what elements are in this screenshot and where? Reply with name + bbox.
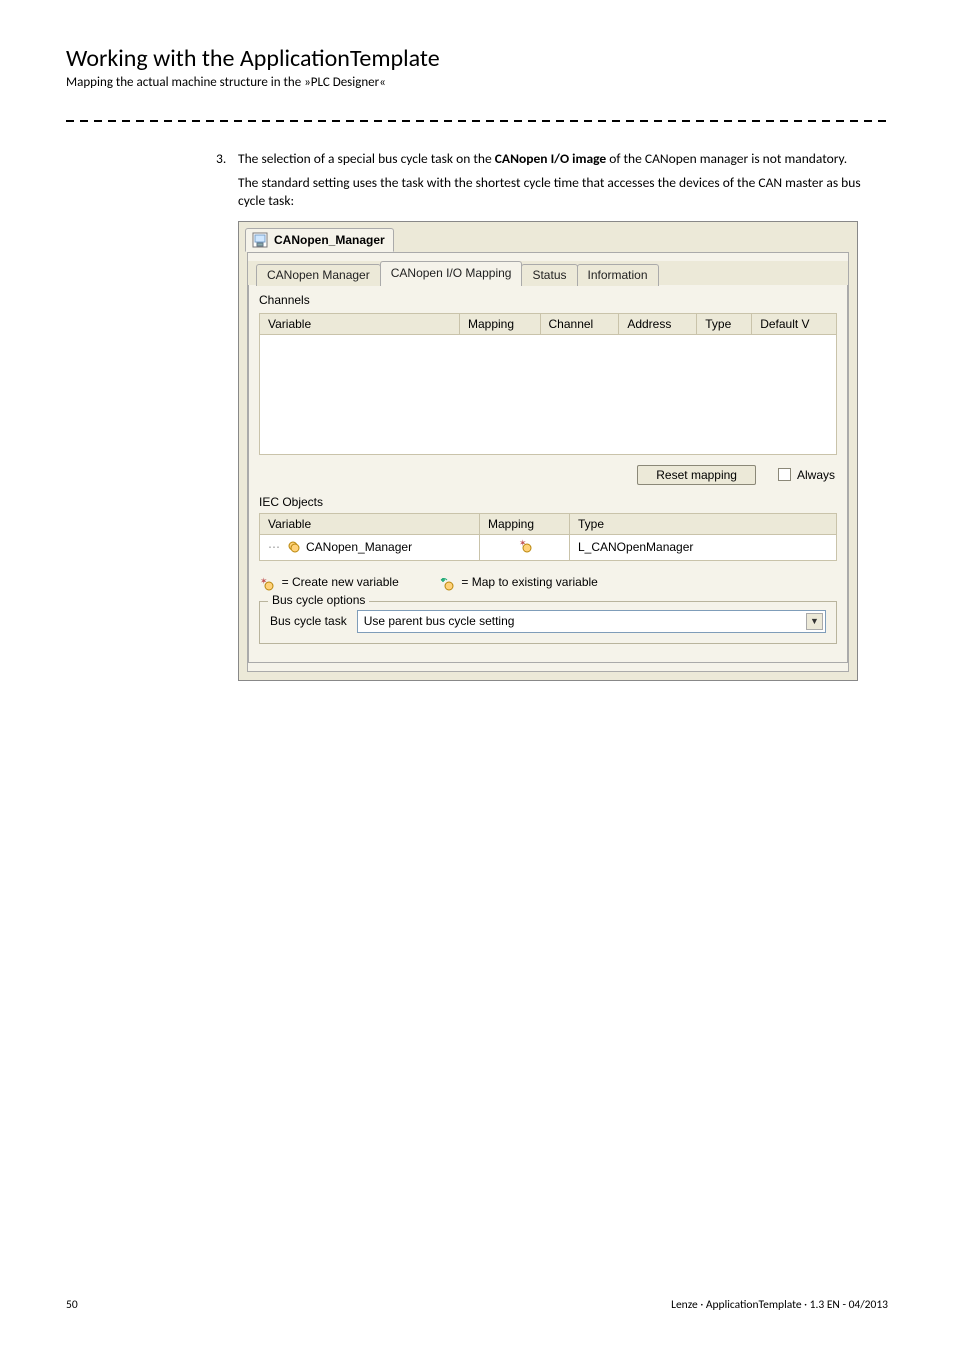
- channels-header-default[interactable]: Default V: [752, 313, 837, 334]
- bus-cycle-options-fieldset: Bus cycle options Bus cycle task Use par…: [259, 601, 837, 644]
- table-row[interactable]: ⋯ CANopen_Manager ✶: [260, 534, 837, 560]
- tree-branch-icon: ⋯: [268, 540, 280, 554]
- channels-header-channel[interactable]: Channel: [540, 313, 619, 334]
- iec-header-variable[interactable]: Variable: [260, 513, 480, 534]
- step-text: The selection of a special bus cycle tas…: [238, 150, 888, 168]
- step-text-after: of the CANopen manager is not mandatory.: [606, 150, 847, 167]
- bus-cycle-task-label: Bus cycle task: [270, 614, 347, 628]
- tab-canopen-io-mapping[interactable]: CANopen I/O Mapping: [380, 261, 523, 285]
- bus-cycle-task-combo-value: Use parent bus cycle setting: [364, 614, 515, 628]
- iec-objects-table: Variable Mapping Type ⋯: [259, 513, 837, 561]
- page-number: 50: [66, 1298, 78, 1312]
- svg-text:✶: ✶: [519, 538, 527, 548]
- step-followup: The standard setting uses the task with …: [238, 174, 888, 210]
- bus-cycle-task-combo[interactable]: Use parent bus cycle setting ▼: [357, 610, 826, 633]
- iec-header-mapping[interactable]: Mapping: [480, 513, 570, 534]
- reset-mapping-button[interactable]: Reset mapping: [637, 465, 756, 485]
- legend-create-new-label: = Create new variable: [282, 575, 399, 589]
- page-title: Working with the ApplicationTemplate: [66, 44, 888, 73]
- map-existing-variable-icon: [439, 576, 455, 592]
- doc-id: Lenze · ApplicationTemplate · 1.3 EN - 0…: [671, 1298, 888, 1312]
- channels-header-address[interactable]: Address: [619, 313, 697, 334]
- channels-table: Variable Mapping Channel Address Type De…: [259, 313, 837, 335]
- always-checkbox[interactable]: [778, 468, 791, 481]
- step-number: 3.: [216, 150, 238, 168]
- bus-cycle-options-legend: Bus cycle options: [268, 593, 369, 607]
- step-text-before: The selection of a special bus cycle tas…: [238, 150, 495, 167]
- divider: [66, 120, 888, 122]
- tab-canopen-manager[interactable]: CANopen Manager: [256, 264, 381, 286]
- iec-row-type: L_CANOpenManager: [570, 534, 837, 560]
- canopen-manager-window: CANopen_Manager CANopen Manager CANopen …: [238, 221, 858, 681]
- chevron-down-icon: ▼: [806, 613, 823, 630]
- svg-text:✶: ✶: [260, 576, 268, 586]
- iec-row-variable: CANopen_Manager: [306, 540, 412, 554]
- step-text-bold: CANopen I/O image: [495, 150, 606, 167]
- iec-header-type[interactable]: Type: [570, 513, 837, 534]
- tab-information[interactable]: Information: [577, 264, 659, 286]
- channels-label: Channels: [249, 291, 847, 313]
- mapping-create-icon: ✶: [517, 543, 533, 557]
- window-tab[interactable]: CANopen_Manager: [245, 228, 394, 252]
- create-new-variable-icon: ✶: [259, 576, 275, 592]
- iec-objects-title: IEC Objects: [249, 491, 847, 513]
- channels-header-variable[interactable]: Variable: [260, 313, 460, 334]
- legend-map-existing-label: = Map to existing variable: [461, 575, 597, 589]
- window-tab-label: CANopen_Manager: [274, 233, 385, 247]
- channels-header-type[interactable]: Type: [697, 313, 752, 334]
- channels-table-body[interactable]: [259, 335, 837, 455]
- always-checkbox-label: Always: [797, 468, 835, 482]
- tab-status[interactable]: Status: [521, 264, 577, 286]
- page-subtitle: Mapping the actual machine structure in …: [66, 75, 888, 90]
- device-icon: [252, 232, 268, 248]
- channels-header-mapping[interactable]: Mapping: [460, 313, 541, 334]
- variable-link-icon: [286, 539, 300, 556]
- legend-create-new: ✶ = Create new variable: [259, 575, 399, 591]
- legend-map-existing: = Map to existing variable: [439, 575, 598, 591]
